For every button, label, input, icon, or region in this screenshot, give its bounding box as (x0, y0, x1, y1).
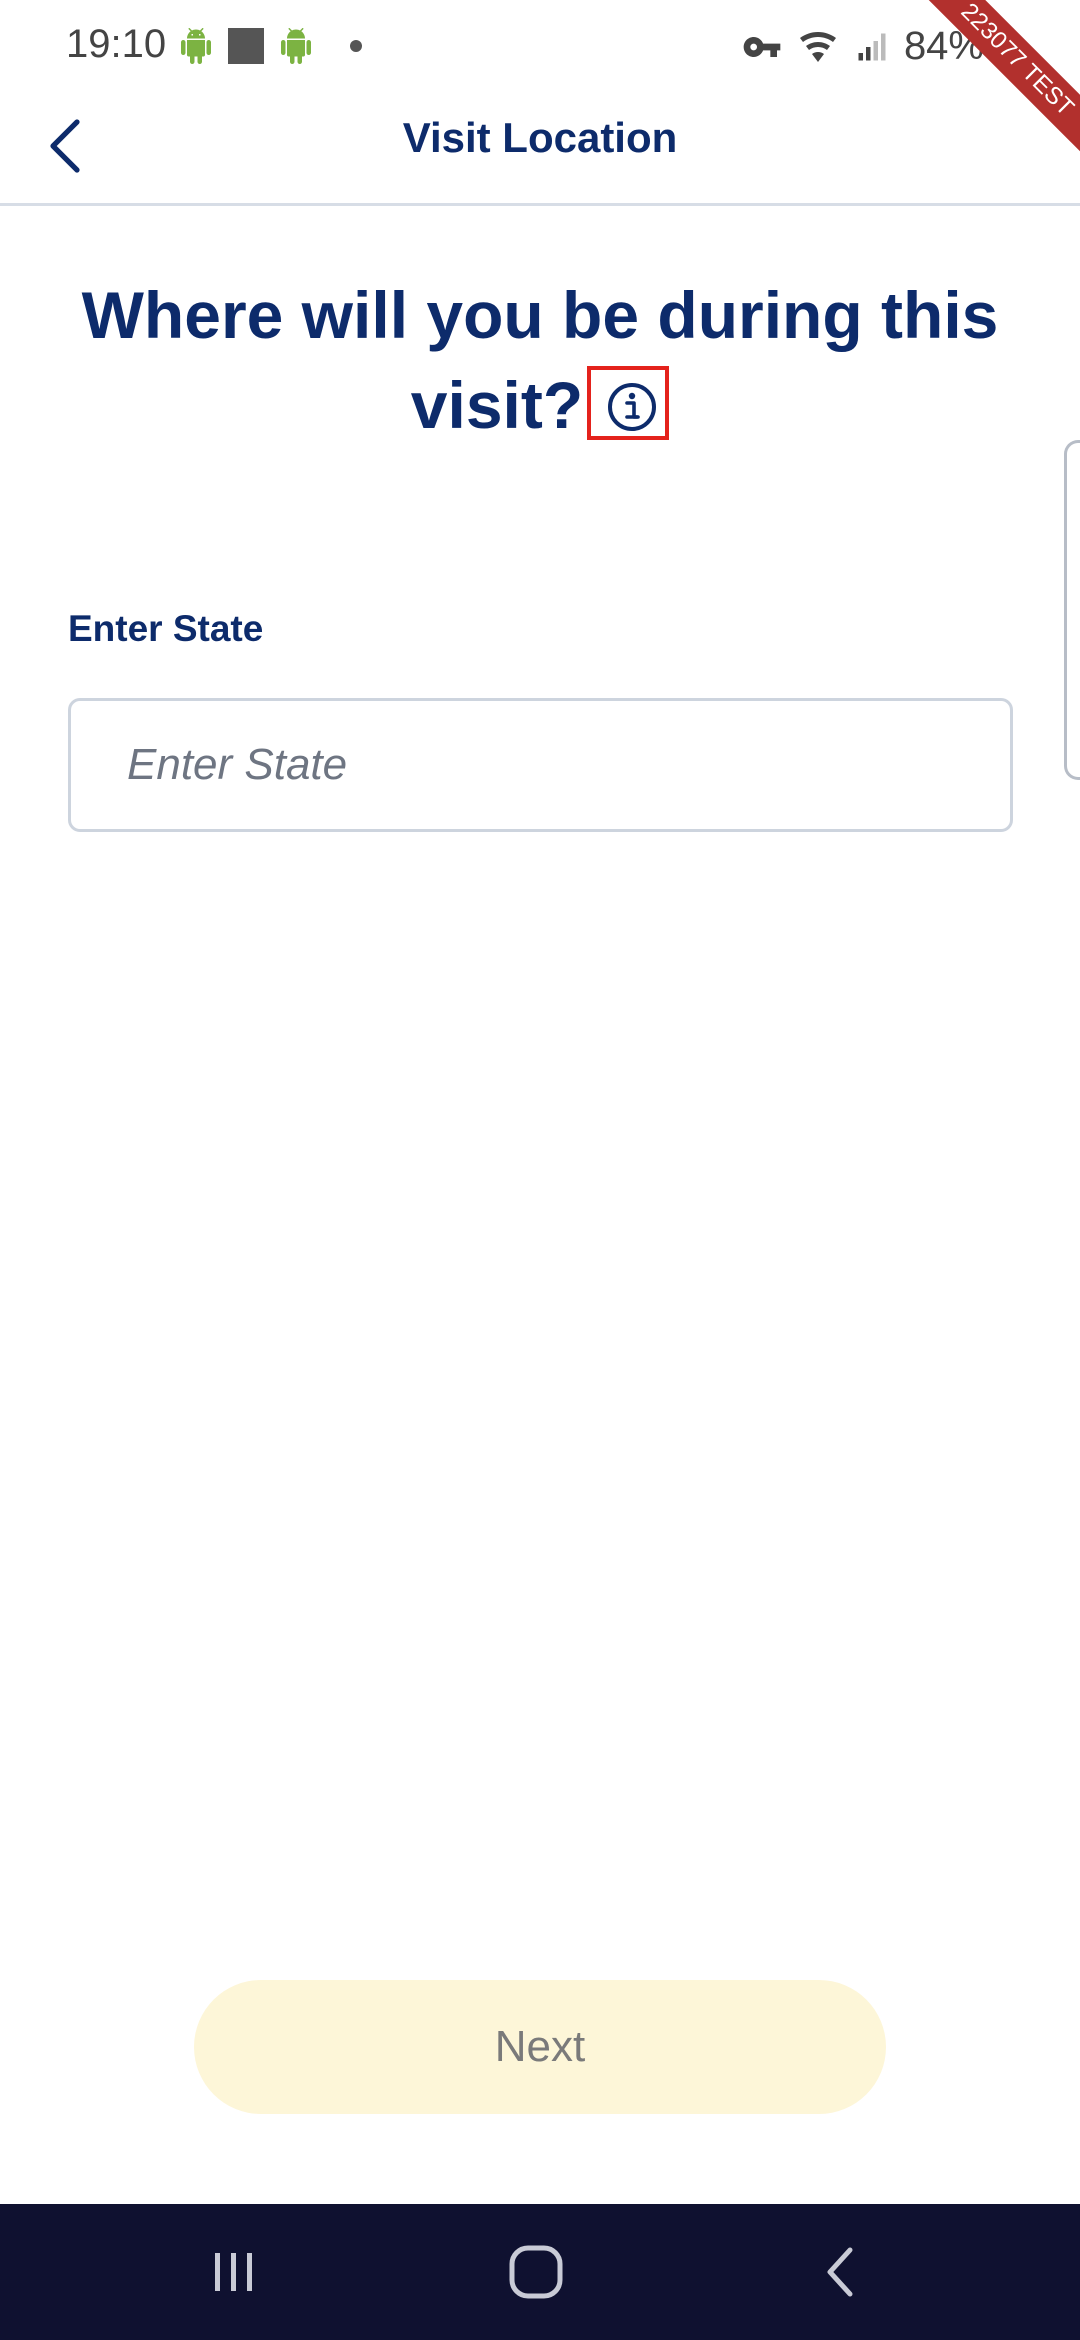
signal-icon (858, 33, 886, 60)
system-back-button[interactable] (800, 2240, 880, 2304)
info-icon (608, 383, 657, 431)
recent-apps-icon (215, 2253, 252, 2291)
home-button[interactable] (496, 2240, 576, 2304)
next-button[interactable]: Next (194, 1980, 886, 2114)
state-input[interactable] (68, 698, 1013, 832)
status-time: 19:10 (66, 22, 167, 66)
wifi-icon (799, 31, 836, 62)
notification-icons (178, 28, 362, 64)
system-nav-bar (0, 2204, 1080, 2340)
back-icon (827, 2247, 853, 2297)
android-icon (281, 28, 311, 64)
side-panel-handle[interactable] (1064, 440, 1080, 780)
state-field-label: Enter State (68, 608, 264, 649)
dot-icon (350, 40, 362, 52)
app-bar: Visit Location (0, 96, 1080, 206)
key-icon (743, 36, 781, 57)
android-icon (181, 28, 211, 64)
question-text: Where will you be during this visit? (81, 278, 999, 442)
info-button[interactable] (587, 366, 670, 440)
square-icon (228, 28, 264, 64)
home-icon (509, 2245, 563, 2299)
question-heading: Where will you be during this visit? (40, 270, 1040, 450)
recent-apps-button[interactable] (194, 2240, 274, 2304)
page-title: Visit Location (402, 114, 678, 161)
